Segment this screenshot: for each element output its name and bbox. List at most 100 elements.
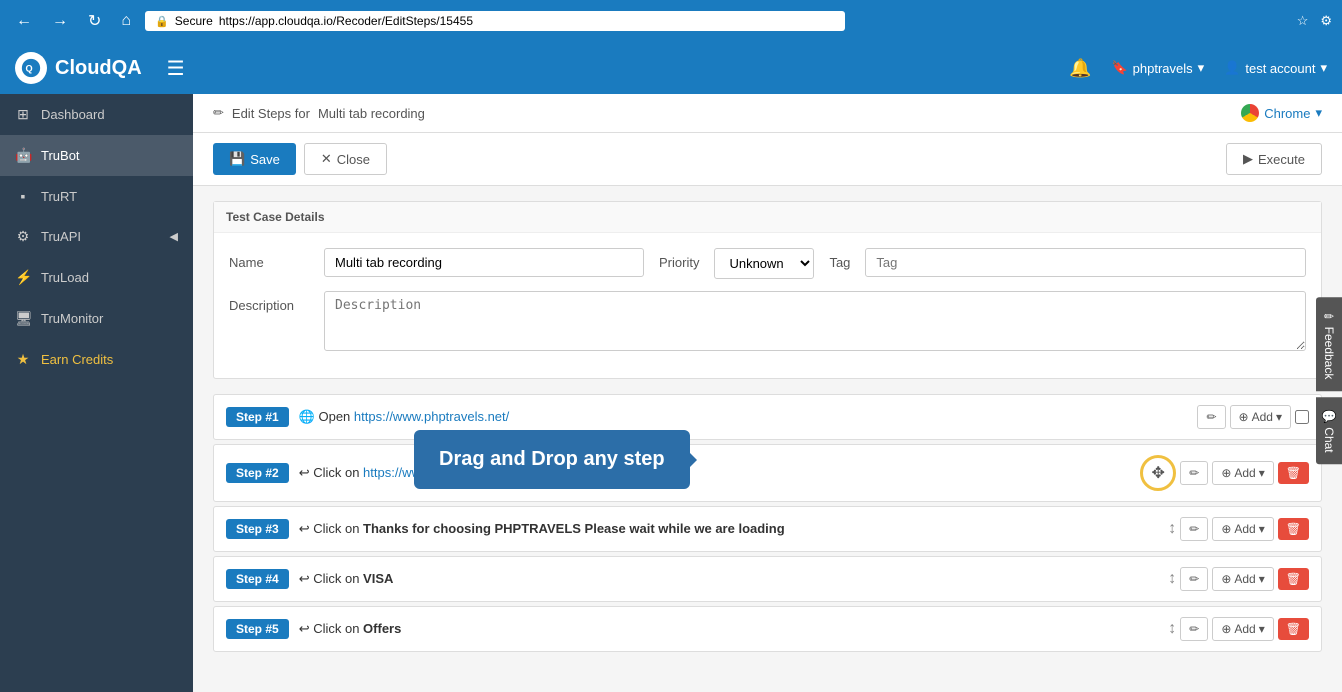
execute-button[interactable]: ▶ Execute <box>1226 143 1322 175</box>
step3-add-icon: ⊕ <box>1221 522 1231 536</box>
step4-drag-icon[interactable]: ↕ <box>1168 570 1176 588</box>
step2-badge: Step #2 <box>226 463 289 483</box>
step2-edit-button[interactable]: ✏ <box>1180 461 1208 485</box>
step1-add-button[interactable]: ⊕ Add ▾ <box>1230 405 1291 429</box>
step5-actions: ↕ ✏ ⊕ Add ▾ 🗑 <box>1168 617 1309 641</box>
step2-actions: ✥ ✏ ⊕ Add ▾ 🗑 <box>1140 455 1309 491</box>
step4-badge: Step #4 <box>226 569 289 589</box>
sidebar-item-label: Earn Credits <box>41 352 113 367</box>
step1-badge: Step #1 <box>226 407 289 427</box>
step4-target: VISA <box>363 571 393 586</box>
step4-edit-button[interactable]: ✏ <box>1180 567 1208 591</box>
description-input[interactable] <box>324 291 1306 351</box>
step1-checkbox[interactable] <box>1295 410 1309 424</box>
sidebar-item-trubot[interactable]: 🤖 TruBot <box>0 135 193 176</box>
project-chevron: ▾ <box>1198 60 1205 76</box>
hamburger-icon[interactable]: ☰ <box>167 56 185 81</box>
home-button[interactable]: ⌂ <box>115 10 137 32</box>
step5-delete-button[interactable]: 🗑 <box>1278 618 1309 640</box>
sidebar-item-label: TruLoad <box>41 270 89 285</box>
step5-drag-icon[interactable]: ↕ <box>1168 620 1176 638</box>
step3-edit-button[interactable]: ✏ <box>1180 517 1208 541</box>
sidebar-item-earn-credits[interactable]: ★ Earn Credits <box>0 339 193 380</box>
logo: Q CloudQA <box>15 52 142 84</box>
save-icon: 💾 <box>229 151 245 167</box>
step3-add-label: Add <box>1234 522 1255 536</box>
extensions-icon[interactable]: ⚙ <box>1320 13 1332 29</box>
feedback-button-1[interactable]: ✏ Feedback <box>1316 297 1342 391</box>
step-row-2: Step #2 ↩ Click on https://www.phptrave.… <box>213 444 1322 502</box>
step2-delete-button[interactable]: 🗑 <box>1278 462 1309 484</box>
sidebar-item-label: TruRT <box>41 189 77 204</box>
step-row-3: Step #3 ↩ Click on Thanks for choosing P… <box>213 506 1322 552</box>
chrome-chevron: ▾ <box>1315 105 1322 121</box>
step5-target: Offers <box>363 621 401 636</box>
forward-button[interactable]: → <box>46 10 74 32</box>
sidebar-item-label: TruMonitor <box>41 311 103 326</box>
dashboard-icon: ⊞ <box>15 106 31 123</box>
step2-drag-handle[interactable]: ✥ <box>1140 455 1176 491</box>
description-row: Description <box>229 291 1306 351</box>
edit-steps-header: ✏ Edit Steps for Multi tab recording Chr… <box>193 94 1342 133</box>
user-name: test account <box>1245 61 1315 76</box>
close-button[interactable]: ✕ Close <box>304 143 387 175</box>
step4-add-label: Add <box>1234 572 1255 586</box>
tag-input[interactable] <box>865 248 1306 277</box>
step5-add-chevron: ▾ <box>1259 622 1265 636</box>
user-chevron: ▾ <box>1320 60 1327 76</box>
step4-text: ↩ Click on VISA <box>299 571 1159 587</box>
sidebar-item-label: TruBot <box>41 148 80 163</box>
header-right: 🔔 🔖 phptravels ▾ 👤 test account ▾ <box>1069 58 1327 79</box>
earn-icon: ★ <box>15 351 31 368</box>
toolbar: 💾 Save ✕ Close ▶ Execute <box>193 133 1342 186</box>
step4-delete-button[interactable]: 🗑 <box>1278 568 1309 590</box>
refresh-button[interactable]: ↻ <box>82 9 107 33</box>
step4-add-chevron: ▾ <box>1259 572 1265 586</box>
form-body: Name Priority Unknown Low Medium High Cr… <box>214 233 1321 378</box>
step4-add-button[interactable]: ⊕ Add ▾ <box>1212 567 1273 591</box>
step3-text: ↩ Click on Thanks for choosing PHPTRAVEL… <box>299 521 1159 537</box>
step-row-4: Step #4 ↩ Click on VISA ↕ ✏ ⊕ Add ▾ 🗑 <box>213 556 1322 602</box>
step1-action: 🌐 Open <box>299 409 354 424</box>
logo-icon: Q <box>15 52 47 84</box>
execute-icon: ▶ <box>1243 151 1253 167</box>
close-label: Close <box>337 152 370 167</box>
feedback-button-2[interactable]: 💬 Chat <box>1316 397 1342 464</box>
trurt-icon: ▪ <box>15 188 31 204</box>
name-input[interactable] <box>324 248 644 277</box>
recording-name: Multi tab recording <box>318 106 425 121</box>
sidebar-item-trurt[interactable]: ▪ TruRT <box>0 176 193 216</box>
step5-edit-button[interactable]: ✏ <box>1180 617 1208 641</box>
trubot-icon: 🤖 <box>15 147 31 164</box>
bell-icon[interactable]: 🔔 <box>1069 58 1091 79</box>
save-label: Save <box>250 152 280 167</box>
step5-add-icon: ⊕ <box>1221 622 1231 636</box>
truapi-icon: ⚙ <box>15 228 31 245</box>
app-header: Q CloudQA ☰ 🔔 🔖 phptravels ▾ 👤 test acco… <box>0 42 1342 94</box>
header-user[interactable]: 👤 test account ▾ <box>1224 60 1327 76</box>
sidebar-item-dashboard[interactable]: ⊞ Dashboard <box>0 94 193 135</box>
step5-badge: Step #5 <box>226 619 289 639</box>
sidebar-item-label: Dashboard <box>41 107 105 122</box>
main-layout: ⊞ Dashboard 🤖 TruBot ▪ TruRT ⚙ TruAPI ◀ … <box>0 94 1342 692</box>
step2-add-button[interactable]: ⊕ Add ▾ <box>1212 461 1273 485</box>
save-button[interactable]: 💾 Save <box>213 143 296 175</box>
step3-delete-button[interactable]: 🗑 <box>1278 518 1309 540</box>
bookmark-icon[interactable]: ☆ <box>1297 13 1309 29</box>
sidebar-item-trumonitor[interactable]: 🖥 TruMonitor <box>0 298 193 339</box>
step3-add-button[interactable]: ⊕ Add ▾ <box>1212 517 1273 541</box>
back-button[interactable]: ← <box>10 10 38 32</box>
url-bar[interactable]: 🔒 Secure https://app.cloudqa.io/Recoder/… <box>145 11 845 31</box>
step4-action: ↩ Click on <box>299 571 363 586</box>
step5-action: ↩ Click on <box>299 621 363 636</box>
step1-edit-button[interactable]: ✏ <box>1197 405 1225 429</box>
step5-add-button[interactable]: ⊕ Add ▾ <box>1212 617 1273 641</box>
chrome-badge[interactable]: Chrome ▾ <box>1241 104 1322 122</box>
sidebar-item-truapi[interactable]: ⚙ TruAPI ◀ <box>0 216 193 257</box>
priority-select[interactable]: Unknown Low Medium High Critical <box>714 248 814 279</box>
sidebar-item-truload[interactable]: ⚡ TruLoad <box>0 257 193 298</box>
step3-drag-icon[interactable]: ↕ <box>1168 520 1176 538</box>
priority-label: Priority <box>659 248 699 270</box>
step5-text: ↩ Click on Offers <box>299 621 1159 637</box>
header-project[interactable]: 🔖 phptravels ▾ <box>1111 60 1204 76</box>
